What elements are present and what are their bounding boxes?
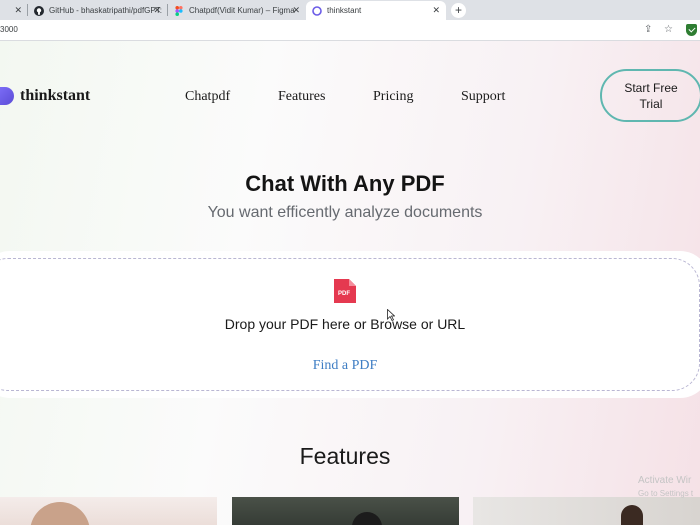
nav-features[interactable]: Features bbox=[278, 89, 325, 105]
tab-thinkstant[interactable]: thinkstant ✕ bbox=[306, 1, 446, 20]
hero-subtitle: You want efficently analyze documents bbox=[207, 204, 483, 221]
pdf-icon-label: PDF bbox=[338, 291, 350, 297]
bookmark-star-icon[interactable]: ☆ bbox=[664, 24, 673, 35]
close-icon[interactable]: ✕ bbox=[153, 5, 161, 16]
brand-name: thinkstant bbox=[20, 87, 91, 104]
browser-tab-bar: ✕ GitHub - bhaskatripathi/pdfGPT: ✕ Chat… bbox=[0, 0, 700, 20]
mouse-cursor-icon bbox=[387, 309, 395, 321]
close-icon[interactable]: ✕ bbox=[14, 5, 22, 16]
drop-instructions: Drop your PDF here or Browse or URL bbox=[224, 316, 466, 332]
watermark-line-2: Go to Settings t bbox=[638, 489, 694, 498]
tab-label: thinkstant bbox=[327, 6, 362, 15]
tab-label: Chatpdf(Vidit Kumar) – Figma bbox=[189, 6, 295, 15]
address-bar[interactable]: 3000 ⇪ ☆ bbox=[0, 20, 700, 41]
features-heading: Features bbox=[299, 443, 391, 469]
shield-extension-icon[interactable] bbox=[686, 24, 697, 36]
tab-previous[interactable]: ✕ bbox=[0, 1, 28, 20]
nav-support[interactable]: Support bbox=[461, 89, 505, 105]
github-icon bbox=[34, 5, 44, 16]
feature-image-workspace bbox=[232, 497, 459, 525]
windows-activation-watermark: Activate Wir Go to Settings t bbox=[638, 475, 693, 498]
start-free-trial-button[interactable]: Start Free Trial bbox=[600, 69, 700, 122]
tab-label: GitHub - bhaskatripathi/pdfGPT: bbox=[49, 6, 162, 15]
share-icon[interactable]: ⇪ bbox=[644, 24, 652, 35]
tab-figma[interactable]: Chatpdf(Vidit Kumar) – Figma ✕ bbox=[168, 1, 306, 20]
close-icon[interactable]: ✕ bbox=[432, 5, 440, 16]
logo-icon bbox=[0, 87, 14, 105]
watermark-line-1: Activate Wir bbox=[638, 475, 692, 486]
brand-logo[interactable]: thinkstant bbox=[0, 87, 90, 105]
new-tab-button[interactable]: + bbox=[451, 3, 466, 18]
pdf-file-icon: PDF bbox=[334, 279, 356, 303]
page-content: thinkstant Chatpdf Features Pricing Supp… bbox=[0, 41, 700, 525]
find-pdf-link[interactable]: Find a PDF bbox=[0, 358, 690, 374]
feature-image-woman bbox=[0, 497, 217, 525]
feature-image-man bbox=[473, 497, 700, 525]
hero-title: Chat With Any PDF bbox=[245, 171, 445, 196]
url-text[interactable]: 3000 bbox=[0, 25, 18, 34]
nav-chatpdf[interactable]: Chatpdf bbox=[185, 89, 230, 105]
figma-icon bbox=[175, 5, 183, 16]
close-icon[interactable]: ✕ bbox=[292, 5, 300, 16]
thinkstant-favicon-icon bbox=[312, 5, 322, 16]
tab-github[interactable]: GitHub - bhaskatripathi/pdfGPT: ✕ bbox=[28, 1, 167, 20]
nav-pricing[interactable]: Pricing bbox=[373, 89, 413, 105]
